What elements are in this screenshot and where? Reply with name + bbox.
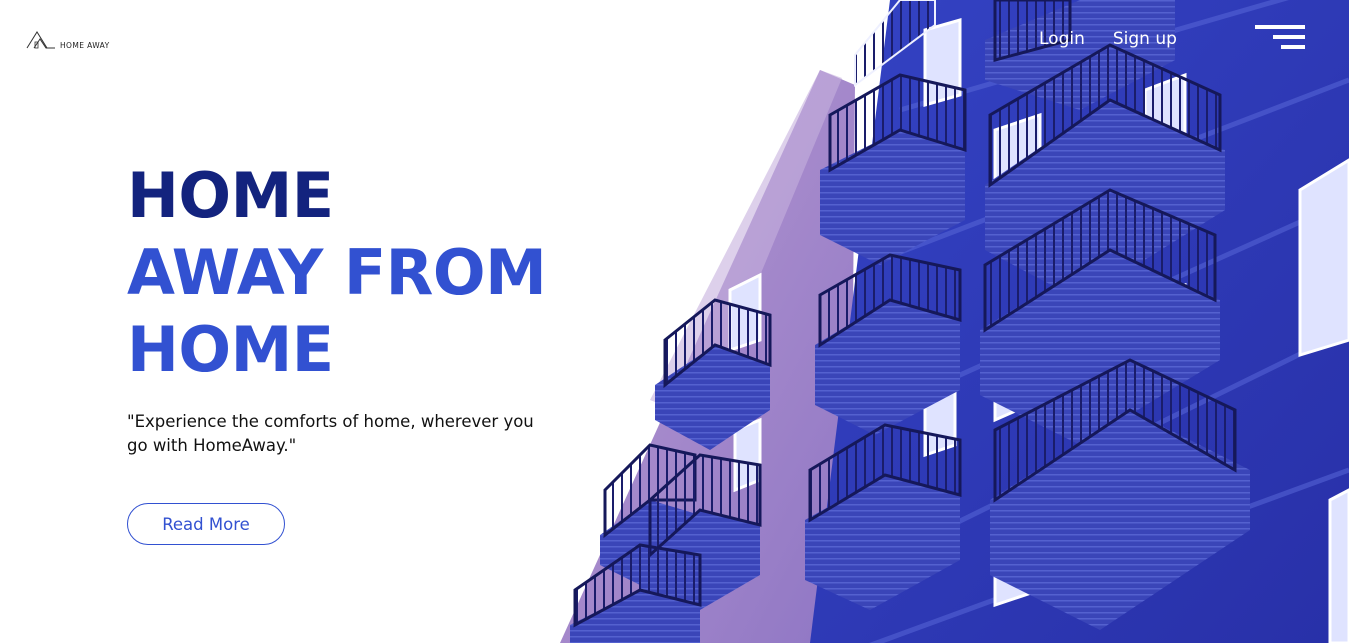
brand-logo[interactable]: HOME AWAY: [26, 30, 110, 50]
read-more-button[interactable]: Read More: [127, 503, 285, 545]
menu-line-3: [1281, 45, 1305, 49]
signup-link[interactable]: Sign up: [1113, 29, 1177, 49]
headline-line-2: AWAY FROM: [127, 236, 547, 309]
house-icon: [26, 31, 55, 49]
hamburger-menu-icon[interactable]: [1255, 25, 1305, 53]
menu-line-1: [1255, 25, 1305, 29]
top-nav: Login Sign up: [1039, 29, 1177, 49]
headline-line-1: HOME: [127, 159, 334, 232]
hero-tagline: "Experience the comforts of home, wherev…: [127, 412, 534, 455]
hero-headline: HOME AWAY FROM HOME: [127, 157, 547, 388]
brand-name: HOME AWAY: [60, 40, 110, 50]
headline-line-3: HOME: [127, 313, 334, 386]
menu-line-2: [1273, 35, 1305, 39]
login-link[interactable]: Login: [1039, 29, 1085, 49]
